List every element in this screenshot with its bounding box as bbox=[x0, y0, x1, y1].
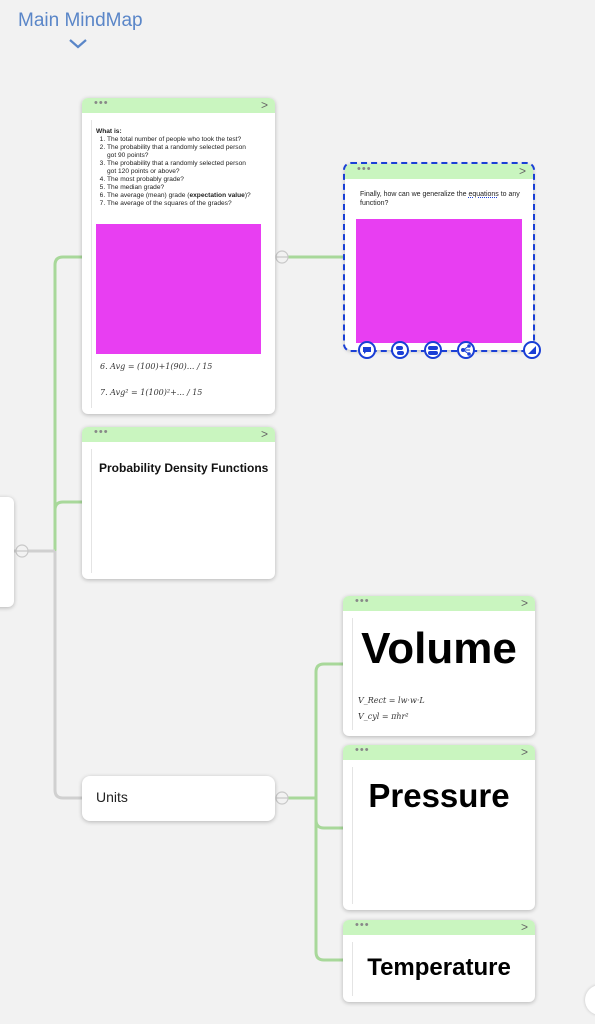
card-header[interactable]: ••• > bbox=[82, 427, 275, 442]
question-item: The average (mean) grade (expectation va… bbox=[107, 192, 256, 200]
volume-card[interactable]: ••• > Volume V_Rect = lw·w·L V_cyl = πhr… bbox=[343, 596, 535, 736]
card-header[interactable]: ••• > bbox=[345, 164, 533, 179]
card-header[interactable]: ••• > bbox=[82, 98, 275, 113]
expand-arrow-icon[interactable]: > bbox=[261, 98, 268, 113]
drag-handle-icon[interactable]: ••• bbox=[355, 920, 370, 931]
drag-handle-icon[interactable]: ••• bbox=[355, 596, 370, 607]
questions-card[interactable]: ••• > What is: The total number of peopl… bbox=[82, 98, 275, 414]
questions-heading: What is: bbox=[96, 128, 122, 135]
toggle-icon[interactable] bbox=[391, 341, 409, 359]
generalize-card[interactable]: ••• > Finally, how can we generalize the… bbox=[345, 164, 533, 350]
drag-handle-icon[interactable]: ••• bbox=[94, 98, 109, 109]
pressure-card[interactable]: ••• > Pressure bbox=[343, 745, 535, 910]
volume-title: Volume bbox=[361, 624, 517, 673]
temperature-title: Temperature bbox=[367, 954, 511, 981]
handwriting-avg-squared: 7. Avg² = 1(100)²+... / 15 bbox=[100, 388, 203, 397]
question-item: The probability that a randomly selected… bbox=[107, 144, 256, 160]
comment-icon[interactable] bbox=[358, 341, 376, 359]
pressure-title: Pressure bbox=[368, 777, 510, 814]
question-item: The average of the squares of the grades… bbox=[107, 200, 256, 208]
expand-arrow-icon[interactable]: > bbox=[261, 427, 268, 442]
resize-icon[interactable] bbox=[523, 341, 541, 359]
drag-handle-icon[interactable]: ••• bbox=[355, 745, 370, 756]
root-node[interactable] bbox=[0, 497, 14, 607]
drag-handle-icon[interactable]: ••• bbox=[94, 427, 109, 438]
units-node[interactable]: Units bbox=[82, 776, 275, 821]
image-placeholder bbox=[96, 224, 261, 354]
card-header[interactable]: ••• > bbox=[343, 745, 535, 760]
handwriting-vrect: V_Rect = lw·w·L bbox=[358, 696, 425, 705]
drag-handle-icon[interactable]: ••• bbox=[357, 164, 372, 175]
share-icon[interactable] bbox=[457, 341, 475, 359]
handwriting-avg: 6. Avg = (100)+1(90)... / 15 bbox=[100, 362, 213, 371]
bold-term: expectation value bbox=[189, 192, 245, 199]
expand-arrow-icon[interactable]: > bbox=[521, 745, 528, 760]
pill-icon[interactable] bbox=[424, 341, 442, 359]
handwriting-vcyl: V_cyl = πhr² bbox=[358, 712, 409, 721]
expand-arrow-icon[interactable]: > bbox=[519, 164, 526, 179]
generalize-text: Finally, how can we generalize the equat… bbox=[360, 191, 520, 207]
card-header[interactable]: ••• > bbox=[343, 920, 535, 935]
pdf-title: Probability Density Functions bbox=[99, 461, 269, 475]
question-item: The total number of people who took the … bbox=[107, 136, 256, 144]
expand-arrow-icon[interactable]: > bbox=[521, 920, 528, 935]
units-label: Units bbox=[96, 789, 128, 805]
temperature-card[interactable]: ••• > Temperature bbox=[343, 920, 535, 1002]
image-placeholder bbox=[356, 219, 522, 343]
questions-text: What is: The total number of people who … bbox=[96, 128, 256, 208]
question-item: The probability that a randomly selected… bbox=[107, 160, 256, 176]
question-item: The median grade? bbox=[107, 184, 256, 192]
expand-arrow-icon[interactable]: > bbox=[521, 596, 528, 611]
card-header[interactable]: ••• > bbox=[343, 596, 535, 611]
pdf-card[interactable]: ••• > Probability Density Functions bbox=[82, 427, 275, 579]
question-item: The most probably grade? bbox=[107, 176, 256, 184]
